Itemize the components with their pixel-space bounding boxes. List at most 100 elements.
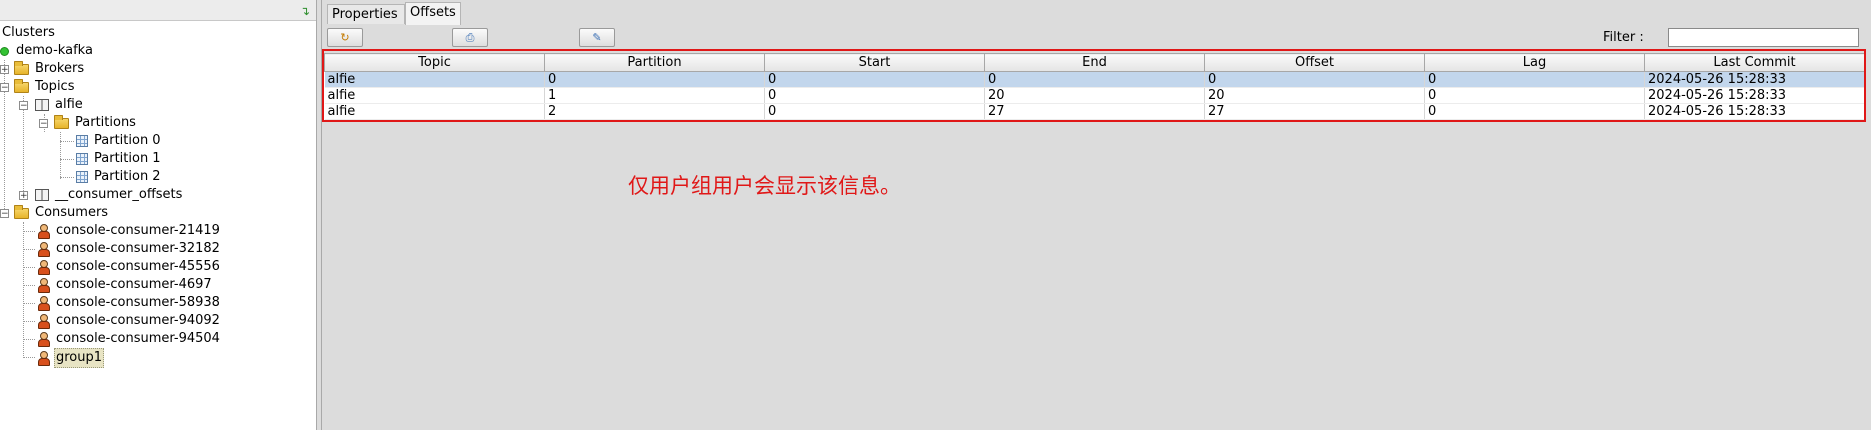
- tree-line: [60, 159, 74, 160]
- print-button[interactable]: ⎙: [452, 28, 488, 47]
- tree-node-consumer[interactable]: console-consumer-94504: [37, 330, 222, 348]
- tree-node-consumer-selected[interactable]: group1: [37, 348, 105, 368]
- refresh-button[interactable]: ↻: [327, 28, 363, 47]
- expand-icon[interactable]: +: [0, 65, 9, 75]
- tree-label: Brokers: [35, 61, 85, 76]
- column-header-topic[interactable]: Topic: [324, 53, 545, 72]
- printer-icon: ⎙: [465, 31, 475, 44]
- tree-line: [23, 339, 35, 340]
- collapse-icon[interactable]: −: [0, 83, 9, 93]
- tree-label: console-consumer-21419: [56, 223, 220, 238]
- tree-label: Clusters: [2, 25, 55, 40]
- tree-node-topics[interactable]: Topics: [14, 78, 76, 96]
- tree-label: Partition 2: [94, 169, 161, 184]
- table-cell: alfie: [324, 87, 545, 104]
- tree-node-topic-consumer-offsets[interactable]: __consumer_offsets: [35, 186, 184, 204]
- table-row[interactable]: alfie 2 0 27 27 0 2024-05-26 15:28:33: [324, 103, 1865, 120]
- tree-root-clusters[interactable]: Clusters: [0, 24, 57, 42]
- tree-label: console-consumer-32182: [56, 241, 220, 256]
- tree-label: Partition 1: [94, 151, 161, 166]
- tree-line: [23, 357, 35, 358]
- collapse-icon[interactable]: −: [0, 209, 9, 219]
- tree-line: [23, 267, 35, 268]
- tree-node-partition[interactable]: Partition 2: [76, 168, 163, 186]
- tree-node-partitions[interactable]: Partitions: [54, 114, 138, 132]
- tree-line: [23, 249, 35, 250]
- tree-label: console-consumer-4697: [56, 277, 212, 292]
- folder-open-icon: [14, 204, 29, 219]
- column-header-last-commit[interactable]: Last Commit: [1644, 53, 1865, 72]
- collapse-icon[interactable]: −: [39, 119, 48, 129]
- book-icon: [35, 99, 49, 111]
- tab-properties[interactable]: Properties: [327, 4, 405, 24]
- tree-node-partition[interactable]: Partition 1: [76, 150, 163, 168]
- tree-label: Consumers: [35, 205, 109, 220]
- person-icon: [37, 314, 50, 329]
- table-cell: 0: [764, 87, 985, 104]
- column-header-partition[interactable]: Partition: [544, 53, 765, 72]
- table-cell: alfie: [324, 103, 545, 120]
- table-cell: 27: [1204, 103, 1425, 120]
- grid-icon: [76, 153, 88, 165]
- tree-node-consumer[interactable]: console-consumer-45556: [37, 258, 222, 276]
- table-cell: alfie: [324, 71, 545, 88]
- tree-line: [23, 285, 35, 286]
- edit-offsets-button[interactable]: ✎: [579, 28, 615, 47]
- book-icon: [35, 189, 49, 201]
- cluster-tree-panel: ↴ Clusters demo-kafka + Brokers − Topics…: [0, 0, 317, 430]
- table-header-row: Topic Partition Start End Offset Lag Las…: [324, 53, 1865, 72]
- folder-open-icon: [14, 78, 29, 93]
- collapse-icon[interactable]: −: [19, 101, 28, 111]
- annotation-note: 仅用户组用户会显示该信息。: [628, 174, 901, 198]
- folder-open-icon: [54, 114, 69, 129]
- tree-label: console-consumer-58938: [56, 295, 220, 310]
- refresh-icon[interactable]: ↴: [300, 4, 310, 18]
- table-cell: 2024-05-26 15:28:33: [1644, 87, 1865, 104]
- expand-icon[interactable]: +: [19, 191, 28, 201]
- tree-node-consumer[interactable]: console-consumer-32182: [37, 240, 222, 258]
- tree-label: alfie: [55, 97, 83, 112]
- table-row[interactable]: alfie 0 0 0 0 0 2024-05-26 15:28:33: [324, 71, 1865, 88]
- table-row[interactable]: alfie 1 0 20 20 0 2024-05-26 15:28:33: [324, 87, 1865, 104]
- table-cell: 2: [544, 103, 765, 120]
- table-cell: 20: [984, 87, 1205, 104]
- tab-offsets[interactable]: Offsets: [405, 2, 461, 25]
- person-icon: [37, 278, 50, 293]
- tree-label: __consumer_offsets: [55, 187, 183, 202]
- tree-label: Partition 0: [94, 133, 161, 148]
- table-cell: 0: [764, 103, 985, 120]
- column-header-start[interactable]: Start: [764, 53, 985, 72]
- table-cell: 0: [1204, 71, 1425, 88]
- tree-node-cluster[interactable]: demo-kafka: [0, 42, 95, 60]
- tree-line: [23, 222, 24, 358]
- tree-toolbar: [0, 0, 316, 21]
- filter-label: Filter :: [1603, 30, 1644, 45]
- offsets-table: Topic Partition Start End Offset Lag Las…: [324, 53, 1865, 120]
- filter-input[interactable]: [1668, 28, 1859, 47]
- person-icon: [37, 242, 50, 257]
- tree-line: [60, 141, 74, 142]
- tree-line: [23, 231, 35, 232]
- column-header-end[interactable]: End: [984, 53, 1205, 72]
- tree-label: console-consumer-94504: [56, 331, 220, 346]
- offsets-toolbar: ↻ ⎙ ✎ Filter :: [322, 26, 1871, 50]
- tree-node-partition[interactable]: Partition 0: [76, 132, 163, 150]
- column-header-lag[interactable]: Lag: [1424, 53, 1645, 72]
- tree-line: [23, 321, 35, 322]
- tree-node-consumers[interactable]: Consumers: [14, 204, 110, 222]
- person-icon: [37, 224, 50, 239]
- tree-line: [23, 303, 35, 304]
- tree-node-consumer[interactable]: console-consumer-4697: [37, 276, 214, 294]
- table-cell: 0: [1424, 103, 1645, 120]
- table-cell: 0: [764, 71, 985, 88]
- detail-panel: Properties Offsets ↻ ⎙ ✎ Filter : Topic …: [321, 0, 1871, 430]
- tree-node-consumer[interactable]: console-consumer-58938: [37, 294, 222, 312]
- tree-node-consumer[interactable]: console-consumer-21419: [37, 222, 222, 240]
- tree-node-brokers[interactable]: Brokers: [14, 60, 86, 78]
- tree-line: [60, 177, 74, 178]
- tree-node-topic-alfie[interactable]: alfie: [35, 96, 85, 114]
- person-icon: [37, 332, 50, 347]
- column-header-offset[interactable]: Offset: [1204, 53, 1425, 72]
- tree-line: [60, 132, 61, 179]
- tree-node-consumer[interactable]: console-consumer-94092: [37, 312, 222, 330]
